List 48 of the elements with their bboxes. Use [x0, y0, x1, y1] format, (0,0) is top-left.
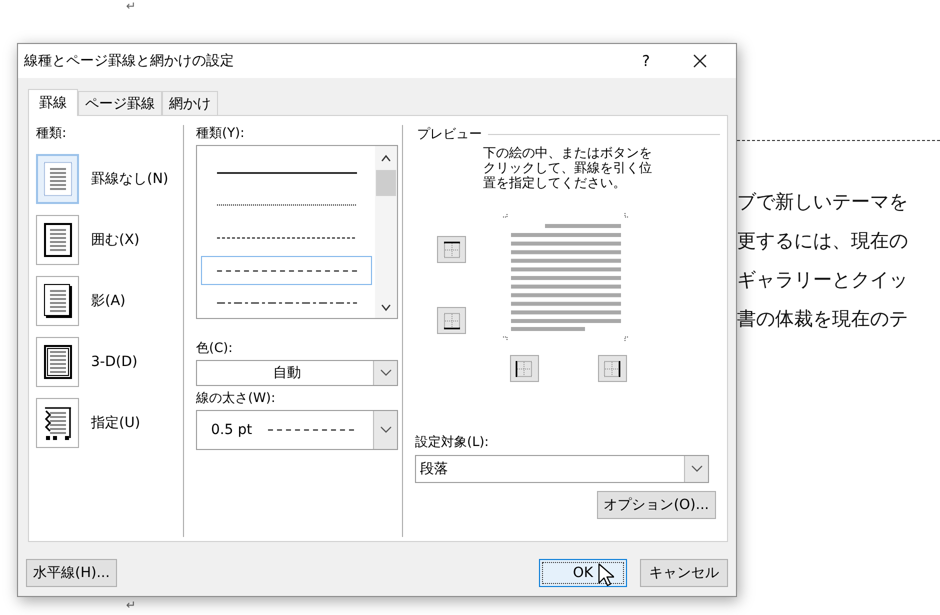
instruction-text: 下の絵の中、またはボタンを — [483, 146, 652, 161]
label: 色(C): — [196, 340, 234, 358]
setting-label: 指定(U) — [91, 414, 140, 432]
scroll-thumb[interactable] — [376, 170, 396, 196]
setting-label: 罫線なし(N) — [91, 170, 168, 188]
border-setting-button[interactable] — [36, 337, 79, 387]
chevron-down-icon — [380, 426, 392, 434]
width-dropdown[interactable]: 0.5 pt — [196, 410, 398, 450]
body-text: ギャラリーとクイッ — [737, 268, 909, 293]
tab[interactable]: 罫線 — [28, 89, 78, 116]
setting-label: 影(A) — [91, 292, 126, 310]
close-icon — [693, 54, 707, 68]
tab[interactable]: 網かけ — [162, 91, 218, 115]
setting-label: 囲む(X) — [91, 231, 140, 249]
scrollbar[interactable] — [375, 146, 397, 318]
tab[interactable]: ページ罫線 — [78, 91, 162, 115]
chevron-down-icon — [690, 465, 702, 473]
border-right-button[interactable] — [598, 355, 626, 382]
cancel-button[interactable]: キャンセル — [640, 559, 728, 587]
chevron-down-icon — [380, 369, 392, 377]
paragraph-mark: ↵ — [126, 598, 136, 612]
cursor-icon — [598, 563, 614, 587]
setting-label: 3-D(D) — [91, 354, 138, 370]
instruction-text: 置を指定してください。 — [483, 176, 627, 191]
group-title: プレビュー — [417, 126, 482, 143]
border-top-button[interactable] — [437, 236, 466, 263]
paragraph-mark: ↵ — [126, 0, 136, 12]
body-text: 書の体裁を現在のテ — [737, 307, 909, 332]
border-left-button[interactable] — [510, 355, 538, 382]
options-button[interactable]: オプション(O)... — [596, 491, 716, 519]
border-setting-button[interactable] — [36, 215, 79, 265]
apply-to-dropdown[interactable]: 段落 — [415, 455, 709, 483]
help-button[interactable]: ? — [623, 46, 669, 76]
border-setting-button[interactable] — [36, 398, 79, 448]
body-text: ブで新しいテーマを — [737, 190, 909, 215]
body-text: 更するには、現在の — [737, 229, 909, 254]
border-bottom-button[interactable] — [437, 307, 466, 334]
label: 設定対象(L): — [415, 434, 490, 452]
border-setting-button[interactable] — [36, 276, 79, 326]
ok-button[interactable]: OK — [539, 559, 627, 587]
label: 種類(Y): — [196, 125, 246, 143]
label: 種類: — [36, 125, 68, 143]
width-value: 0.5 pt — [211, 422, 252, 438]
label: 線の太さ(W): — [196, 390, 276, 408]
window-title: 線種とページ罫線と網かけの設定 — [24, 52, 235, 70]
color-dropdown[interactable]: 自動 — [196, 360, 398, 386]
instruction-text: クリックして、罫線を引く位 — [483, 161, 652, 176]
horizontal-line-button[interactable]: 水平線(H)... — [26, 559, 117, 587]
